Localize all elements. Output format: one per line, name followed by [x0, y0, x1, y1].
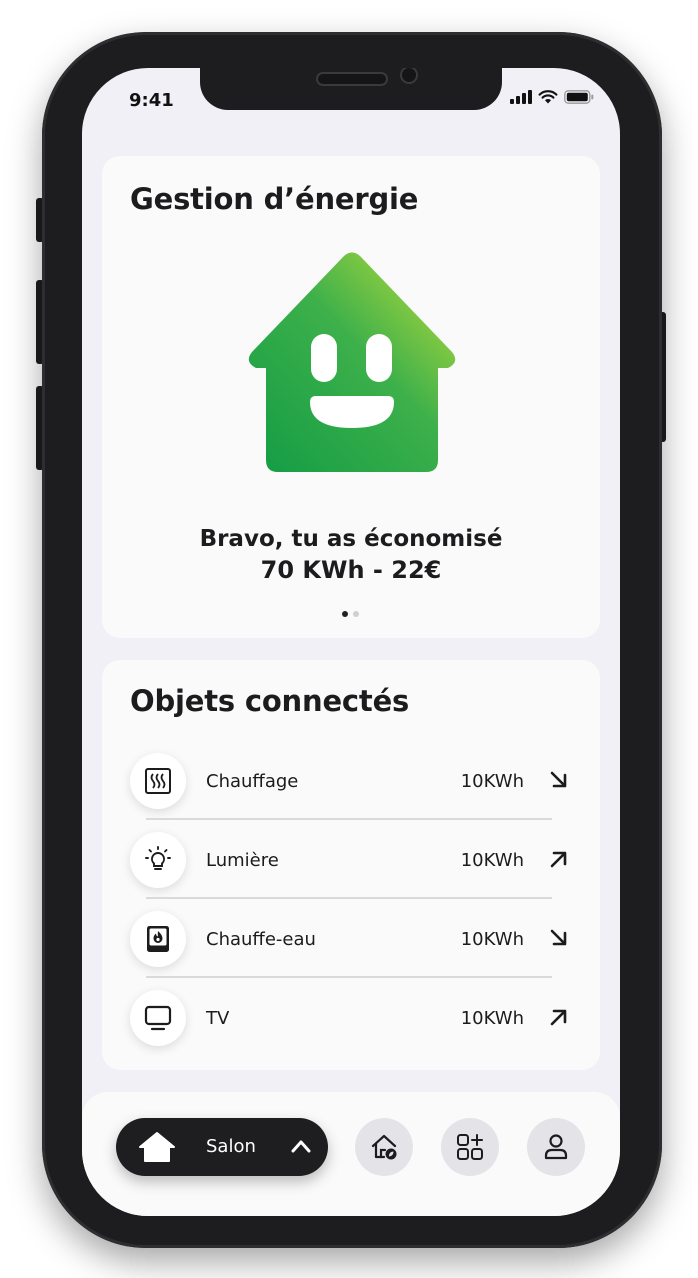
lightbulb-icon — [145, 846, 171, 870]
device-name: Chauffage — [206, 771, 299, 792]
room-selector-button[interactable]: Salon — [116, 1118, 328, 1176]
savings-amount: 70 KWh - 22€ — [260, 556, 442, 584]
cellular-signal-icon — [510, 90, 532, 104]
energy-card[interactable]: Gestion d’énergie Bravo, tu as économisé… — [102, 156, 600, 638]
divider — [146, 897, 552, 899]
home-icon — [139, 1132, 175, 1162]
device-name: Chauffe-eau — [206, 929, 316, 950]
divider — [146, 976, 552, 978]
heater-icon — [145, 768, 171, 794]
battery-icon — [564, 90, 594, 104]
water-heater-icon — [147, 926, 169, 952]
bottom-navigation: Salon — [82, 1092, 620, 1216]
page-dot[interactable] — [353, 611, 359, 617]
add-widget-button[interactable] — [441, 1118, 499, 1176]
wifi-icon — [538, 90, 558, 104]
profile-button[interactable] — [527, 1118, 585, 1176]
speaker — [316, 72, 388, 86]
device-icon-wrapper — [130, 911, 186, 967]
device-consumption: 10KWh — [460, 929, 524, 950]
device-name: Lumière — [206, 850, 279, 871]
device-name: TV — [206, 1008, 230, 1029]
device-icon-wrapper — [130, 990, 186, 1046]
trend-down-arrow-icon — [550, 929, 567, 946]
chevron-up-icon — [291, 1140, 311, 1153]
page-indicator — [342, 611, 359, 617]
page-dot-active[interactable] — [342, 611, 348, 617]
savings-message: Bravo, tu as économisé — [199, 526, 503, 552]
status-time: 9:41 — [129, 90, 174, 111]
energy-card-title: Gestion d’énergie — [130, 182, 419, 216]
trend-up-arrow-icon — [550, 1009, 567, 1026]
device-row-lumiere[interactable]: Lumière 10KWh — [130, 832, 576, 892]
device-icon-wrapper — [130, 832, 186, 888]
device-row-tv[interactable]: TV 10KWh — [130, 990, 576, 1050]
device-consumption: 10KWh — [460, 1008, 524, 1029]
room-selector-label: Salon — [206, 1136, 256, 1157]
connected-objects-title: Objets connectés — [130, 684, 410, 718]
home-energy-icon — [371, 1134, 397, 1160]
happy-house-illustration — [248, 252, 456, 472]
phone-screen: 9:41 Gestion d’énergie Bravo, tu as écon… — [82, 68, 620, 1216]
device-row-chauffage[interactable]: Chauffage 10KWh — [130, 753, 576, 813]
tv-icon — [144, 1005, 172, 1031]
divider — [146, 818, 552, 820]
status-icons — [510, 90, 594, 104]
trend-up-arrow-icon — [550, 851, 567, 868]
connected-objects-card: Objets connectés Chauffage 10KWh Lumière… — [102, 660, 600, 1070]
device-consumption: 10KWh — [460, 771, 524, 792]
notch — [200, 68, 502, 110]
trend-down-arrow-icon — [550, 771, 567, 788]
device-consumption: 10KWh — [460, 850, 524, 871]
profile-icon — [544, 1134, 568, 1160]
device-row-chauffe-eau[interactable]: Chauffe-eau 10KWh — [130, 911, 576, 971]
add-widget-icon — [457, 1134, 483, 1160]
home-energy-button[interactable] — [355, 1118, 413, 1176]
device-icon-wrapper — [130, 753, 186, 809]
front-camera — [400, 68, 418, 84]
